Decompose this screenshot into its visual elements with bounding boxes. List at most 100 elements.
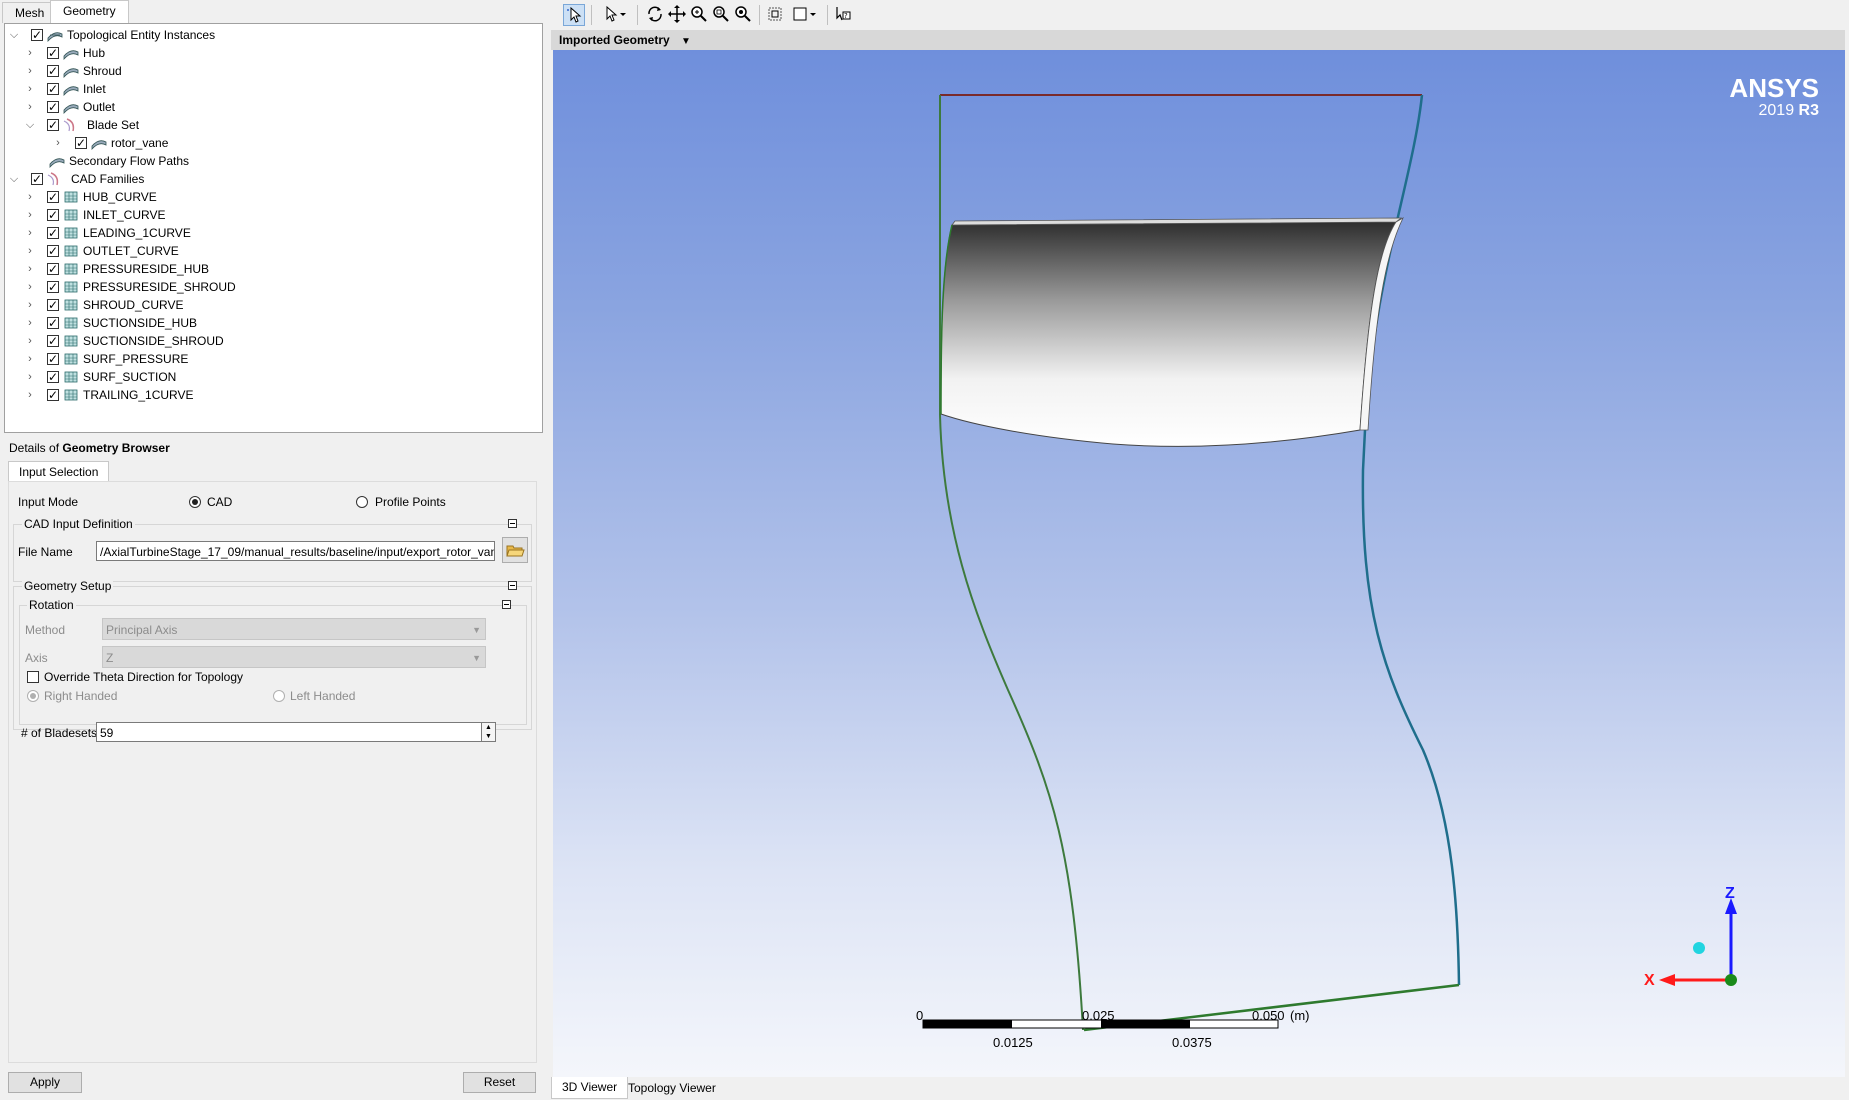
chevron-right-icon[interactable]: ›: [25, 188, 35, 206]
help-button[interactable]: ?: [833, 4, 855, 26]
chevron-right-icon[interactable]: ›: [25, 44, 35, 62]
3d-viewport[interactable]: ANSYS 2019 R3 0 0.025 0.050 (m) 0.0125 0…: [553, 50, 1845, 1077]
zoom-button[interactable]: [689, 4, 711, 26]
tree-item-cad-family[interactable]: › INLET_CURVE: [5, 206, 535, 224]
chevron-right-icon[interactable]: ›: [25, 332, 35, 350]
checkbox[interactable]: [47, 80, 59, 98]
file-name-input[interactable]: /AxialTurbineStage_17_09/manual_results/…: [96, 541, 495, 561]
checkbox[interactable]: [47, 98, 59, 116]
reset-button[interactable]: Reset: [463, 1072, 536, 1093]
scale-label-0050: 0.050: [1252, 1008, 1285, 1023]
checkbox[interactable]: [47, 296, 59, 314]
geometry-scene: [922, 94, 1737, 1032]
tree-item-cad-family[interactable]: › PRESSURESIDE_SHROUD: [5, 278, 535, 296]
tree-item-cad-family[interactable]: › SURF_SUCTION: [5, 368, 535, 386]
checkbox[interactable]: [47, 242, 59, 260]
tree-item-shroud[interactable]: › Shroud: [5, 62, 535, 80]
tab-geometry[interactable]: Geometry: [50, 0, 129, 24]
box-zoom-button[interactable]: [765, 4, 787, 26]
help-cursor-icon: ?: [836, 7, 851, 21]
tree-item-cad-family[interactable]: › HUB_CURVE: [5, 188, 535, 206]
tree-item-cad-family[interactable]: › SHROUD_CURVE: [5, 296, 535, 314]
checkbox[interactable]: [47, 206, 59, 224]
chevron-right-icon[interactable]: ›: [25, 242, 35, 260]
chevron-right-icon[interactable]: ›: [25, 296, 35, 314]
tree-item-cad-family[interactable]: › PRESSURESIDE_HUB: [5, 260, 535, 278]
tree-item-blade-set[interactable]: ⌵ Blade Set: [5, 116, 535, 134]
chevron-right-icon[interactable]: ›: [25, 62, 35, 80]
tree-item-cad-family[interactable]: › LEADING_1CURVE: [5, 224, 535, 242]
tree-item-cad-family[interactable]: › SUCTIONSIDE_SHROUD: [5, 332, 535, 350]
fit-view-button[interactable]: [733, 4, 755, 26]
collapse-rotation-button[interactable]: [502, 600, 511, 609]
tab-topology-viewer[interactable]: Topology Viewer: [617, 1077, 727, 1100]
chevron-right-icon[interactable]: ›: [25, 386, 35, 404]
zoom-box-button[interactable]: [711, 4, 733, 26]
chevron-right-icon[interactable]: ›: [25, 206, 35, 224]
checkbox[interactable]: [47, 332, 59, 350]
rotate-button[interactable]: [645, 4, 667, 26]
checkbox[interactable]: [47, 278, 59, 296]
chevron-right-icon[interactable]: ›: [25, 224, 35, 242]
tree-item-cad-family[interactable]: › SUCTIONSIDE_HUB: [5, 314, 535, 332]
checkbox[interactable]: [47, 116, 59, 134]
tree-item-cad-family[interactable]: › OUTLET_CURVE: [5, 242, 535, 260]
checkbox[interactable]: [47, 44, 59, 62]
curve-family-icon: [64, 281, 78, 293]
checkbox[interactable]: [47, 260, 59, 278]
bladesets-input[interactable]: 59: [96, 722, 482, 742]
tree-item-secondary-flow-paths[interactable]: Secondary Flow Paths: [5, 152, 535, 170]
chevron-down-icon[interactable]: ▼: [681, 36, 691, 47]
checkbox[interactable]: [47, 386, 59, 404]
bladesets-spinner[interactable]: ▲ ▼: [482, 722, 496, 742]
chevron-right-icon[interactable]: ›: [25, 278, 35, 296]
tab-input-selection[interactable]: Input Selection: [8, 461, 110, 482]
chevron-right-icon[interactable]: ›: [25, 260, 35, 278]
chevron-right-icon[interactable]: ›: [25, 350, 35, 368]
chevron-right-icon[interactable]: ›: [25, 314, 35, 332]
collapse-geometry-setup-button[interactable]: [508, 581, 517, 590]
collapse-cad-group-button[interactable]: [508, 519, 517, 528]
chevron-right-icon[interactable]: ›: [25, 98, 35, 116]
checkbox[interactable]: [47, 350, 59, 368]
tree-item-topological-entity-instances[interactable]: ⌵ Topological Entity Instances: [5, 26, 535, 44]
tree-item-hub[interactable]: › Hub: [5, 44, 535, 62]
chevron-right-icon[interactable]: ›: [25, 80, 35, 98]
checkbox[interactable]: [31, 170, 43, 188]
override-theta-checkbox[interactable]: [27, 671, 39, 683]
chevron-down-icon[interactable]: ⌵: [9, 26, 19, 44]
checkbox[interactable]: [47, 224, 59, 242]
frame-icon: [768, 7, 782, 21]
radio-cad[interactable]: [189, 496, 201, 508]
checkbox[interactable]: [47, 62, 59, 80]
tree-item-cad-family[interactable]: › SURF_PRESSURE: [5, 350, 535, 368]
apply-button[interactable]: Apply: [8, 1072, 82, 1093]
chevron-down-icon[interactable]: ⌵: [25, 116, 35, 134]
tree-item-label: SHROUD_CURVE: [83, 298, 184, 312]
checkbox[interactable]: [47, 314, 59, 332]
pick-mode-button[interactable]: [601, 4, 631, 26]
tree-item-rotor-vane[interactable]: › rotor_vane: [5, 134, 535, 152]
chevron-right-icon[interactable]: ›: [53, 134, 63, 152]
scale-label-0: 0: [916, 1008, 924, 1023]
square-dropdown-icon: [793, 7, 816, 21]
pan-button[interactable]: [667, 4, 689, 26]
display-mode-button[interactable]: [791, 4, 821, 26]
zoom-icon: [691, 6, 707, 22]
chevron-down-icon[interactable]: ⌵: [9, 170, 19, 188]
tree-item-outlet[interactable]: › Outlet: [5, 98, 535, 116]
radio-profile-points[interactable]: [356, 496, 368, 508]
checkbox[interactable]: [47, 368, 59, 386]
tree-item-cad-families[interactable]: ⌵ CAD Families: [5, 170, 535, 188]
chevron-right-icon[interactable]: ›: [25, 368, 35, 386]
checkbox[interactable]: [31, 26, 43, 44]
radio-left-handed: [273, 690, 285, 702]
browse-file-button[interactable]: [502, 537, 528, 563]
tree-item-inlet[interactable]: › Inlet: [5, 80, 535, 98]
viewer-header[interactable]: Imported Geometry ▼: [551, 30, 1845, 50]
checkbox[interactable]: [75, 134, 87, 152]
select-tool-button[interactable]: [563, 4, 585, 26]
checkbox[interactable]: [47, 188, 59, 206]
zoom-box-icon: [713, 6, 729, 22]
tree-item-cad-family[interactable]: › TRAILING_1CURVE: [5, 386, 535, 404]
